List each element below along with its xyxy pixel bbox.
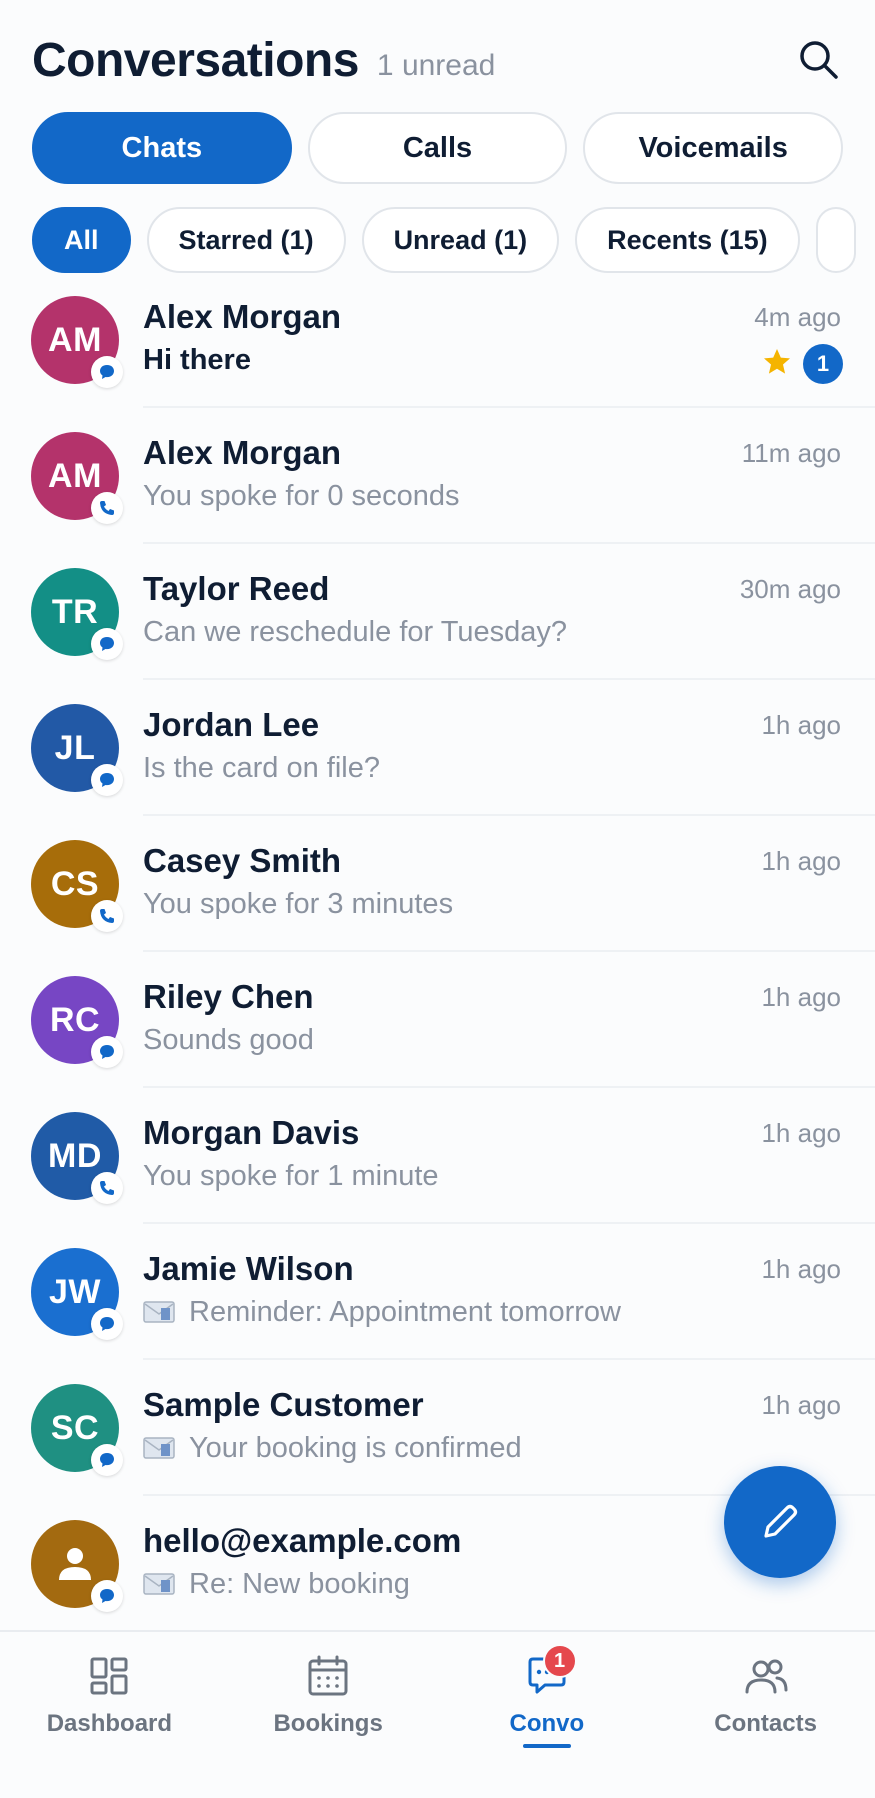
message-preview: Your booking is confirmed <box>143 1432 522 1465</box>
message-preview: Can we reschedule for Tuesday? <box>143 616 567 648</box>
chat-bubble-icon <box>100 773 114 787</box>
filter-unread[interactable]: Unread (1) <box>361 207 560 273</box>
conversation-row[interactable]: JW Jamie Wilson Reminder: Appointment tomo… <box>0 1224 875 1360</box>
message-preview: Sounds good <box>143 1024 314 1056</box>
timestamp: 1h ago <box>761 846 841 876</box>
bottom-navigation: Dashboard Bookings 1 Convo Contacts <box>0 1630 875 1798</box>
chat-bubble-icon <box>100 637 114 651</box>
timestamp: 1h ago <box>761 1118 841 1148</box>
nav-label: Contacts <box>714 1710 817 1737</box>
contact-name: hello@example.com <box>143 1522 462 1559</box>
nav-bookings[interactable]: Bookings <box>219 1632 438 1798</box>
phone-icon <box>100 909 114 923</box>
contact-name: Riley Chen <box>143 978 314 1015</box>
search-icon <box>800 41 838 79</box>
conversation-type-tabs: Chats Calls Voicemails <box>32 112 844 184</box>
contacts-icon <box>745 1659 788 1694</box>
message-preview: Is the card on file? <box>143 752 380 784</box>
conversation-type-badge <box>91 356 123 388</box>
nav-unread-badge: 1 <box>542 1644 577 1678</box>
message-preview: You spoke for 3 minutes <box>143 888 454 920</box>
conversation-row[interactable]: RC Riley Chen Sounds good 1h ago <box>0 952 875 1088</box>
dashboard-icon <box>90 1657 128 1695</box>
nav-convo[interactable]: 1 Convo <box>438 1632 657 1798</box>
nav-label: Dashboard <box>46 1710 173 1737</box>
pencil-icon <box>764 1504 798 1538</box>
phone-icon <box>100 1181 114 1195</box>
conversation-type-badge <box>91 1036 123 1068</box>
message-preview: Hi there <box>143 344 251 376</box>
envelope-icon <box>143 1437 175 1459</box>
conversation-row[interactable]: AM Alex Morgan You spoke for 0 seconds 11m … <box>0 408 875 544</box>
nav-dashboard[interactable]: Dashboard <box>0 1632 219 1798</box>
filter-starred[interactable]: Starred (1) <box>146 207 346 273</box>
conversation-row[interactable]: AM Alex Morgan Hi there 4m ago 1 <box>0 272 875 408</box>
conversation-row[interactable]: JL Jordan Lee Is the card on file? 1h ago <box>0 680 875 816</box>
timestamp: 1h ago <box>761 1254 841 1284</box>
conversation-row[interactable]: CS Casey Smith You spoke for 3 minutes 1h a… <box>0 816 875 952</box>
search-button[interactable] <box>795 36 843 84</box>
filter-recents[interactable]: Recents (15) <box>575 207 800 273</box>
active-indicator <box>522 1744 571 1748</box>
contact-name: Jordan Lee <box>143 706 320 743</box>
page-title: Conversations <box>32 33 359 87</box>
chat-bubble-icon <box>100 365 114 379</box>
star-icon <box>761 346 793 378</box>
message-preview-text: Reminder: Appointment tomorrow <box>189 1296 621 1328</box>
message-preview: You spoke for 1 minute <box>143 1160 439 1192</box>
conversation-type-badge <box>91 900 123 932</box>
tab-voicemails[interactable]: Voicemails <box>583 112 844 184</box>
conversation-row[interactable]: MD Morgan Davis You spoke for 1 minute 1h a… <box>0 1088 875 1224</box>
contact-name: Alex Morgan <box>143 298 342 335</box>
chat-bubble-icon <box>100 1589 114 1603</box>
contact-name: Jamie Wilson <box>143 1250 354 1287</box>
contact-name: Casey Smith <box>143 842 342 879</box>
envelope-icon <box>143 1301 175 1323</box>
timestamp: 30m ago <box>739 574 841 604</box>
timestamp: 11m ago <box>741 438 841 468</box>
filter-chips: All Starred (1) Unread (1) Recents (15) <box>32 207 875 273</box>
chat-bubble-icon <box>100 1317 114 1331</box>
message-preview: You spoke for 0 seconds <box>143 480 460 512</box>
conversation-row[interactable]: SC Sample Customer Your booking is confirm… <box>0 1360 875 1496</box>
timestamp: 4m ago <box>754 302 841 332</box>
timestamp: 1h ago <box>761 982 841 1012</box>
contact-name: Alex Morgan <box>143 434 342 471</box>
person-icon <box>59 1548 91 1580</box>
conversation-type-badge <box>91 628 123 660</box>
conversation-row[interactable]: TR Taylor Reed Can we reschedule for Tuesd… <box>0 544 875 680</box>
conversation-type-badge <box>91 1308 123 1340</box>
conversation-type-badge <box>91 1172 123 1204</box>
unread-count: 1 unread <box>376 49 496 82</box>
unread-count-badge: 1 <box>803 344 843 384</box>
conversation-type-badge <box>91 1580 123 1612</box>
phone-icon <box>100 501 114 515</box>
calendar-icon <box>308 1655 348 1696</box>
nav-label: Bookings <box>273 1710 383 1737</box>
contact-name: Taylor Reed <box>143 570 330 607</box>
conversation-type-badge <box>91 492 123 524</box>
timestamp: 1h ago <box>761 710 841 740</box>
contact-name: Sample Customer <box>143 1386 424 1423</box>
tab-calls[interactable]: Calls <box>307 112 568 184</box>
tab-chats[interactable]: Chats <box>32 112 292 184</box>
nav-contacts[interactable]: Contacts <box>656 1632 875 1798</box>
message-preview: Reminder: Appointment tomorrow <box>143 1296 621 1329</box>
conversation-type-badge <box>91 764 123 796</box>
contact-name: Morgan Davis <box>143 1114 360 1151</box>
compose-button[interactable] <box>724 1466 836 1578</box>
message-preview-text: Your booking is confirmed <box>189 1432 522 1464</box>
chat-bubble-icon <box>100 1045 114 1059</box>
header: Conversations 1 unread <box>32 28 843 92</box>
conversation-type-badge <box>91 1444 123 1476</box>
nav-label: Convo <box>509 1710 585 1737</box>
filter-more[interactable] <box>815 207 856 273</box>
timestamp: 1h ago <box>761 1390 841 1420</box>
message-preview-text: Re: New booking <box>189 1568 410 1600</box>
envelope-icon <box>143 1573 175 1595</box>
conversation-list: AM Alex Morgan Hi there 4m ago 1 AM Alex Morga… <box>0 272 875 1632</box>
message-preview: Re: New booking <box>143 1568 410 1601</box>
filter-all[interactable]: All <box>32 207 131 273</box>
chat-bubble-icon <box>100 1453 114 1467</box>
